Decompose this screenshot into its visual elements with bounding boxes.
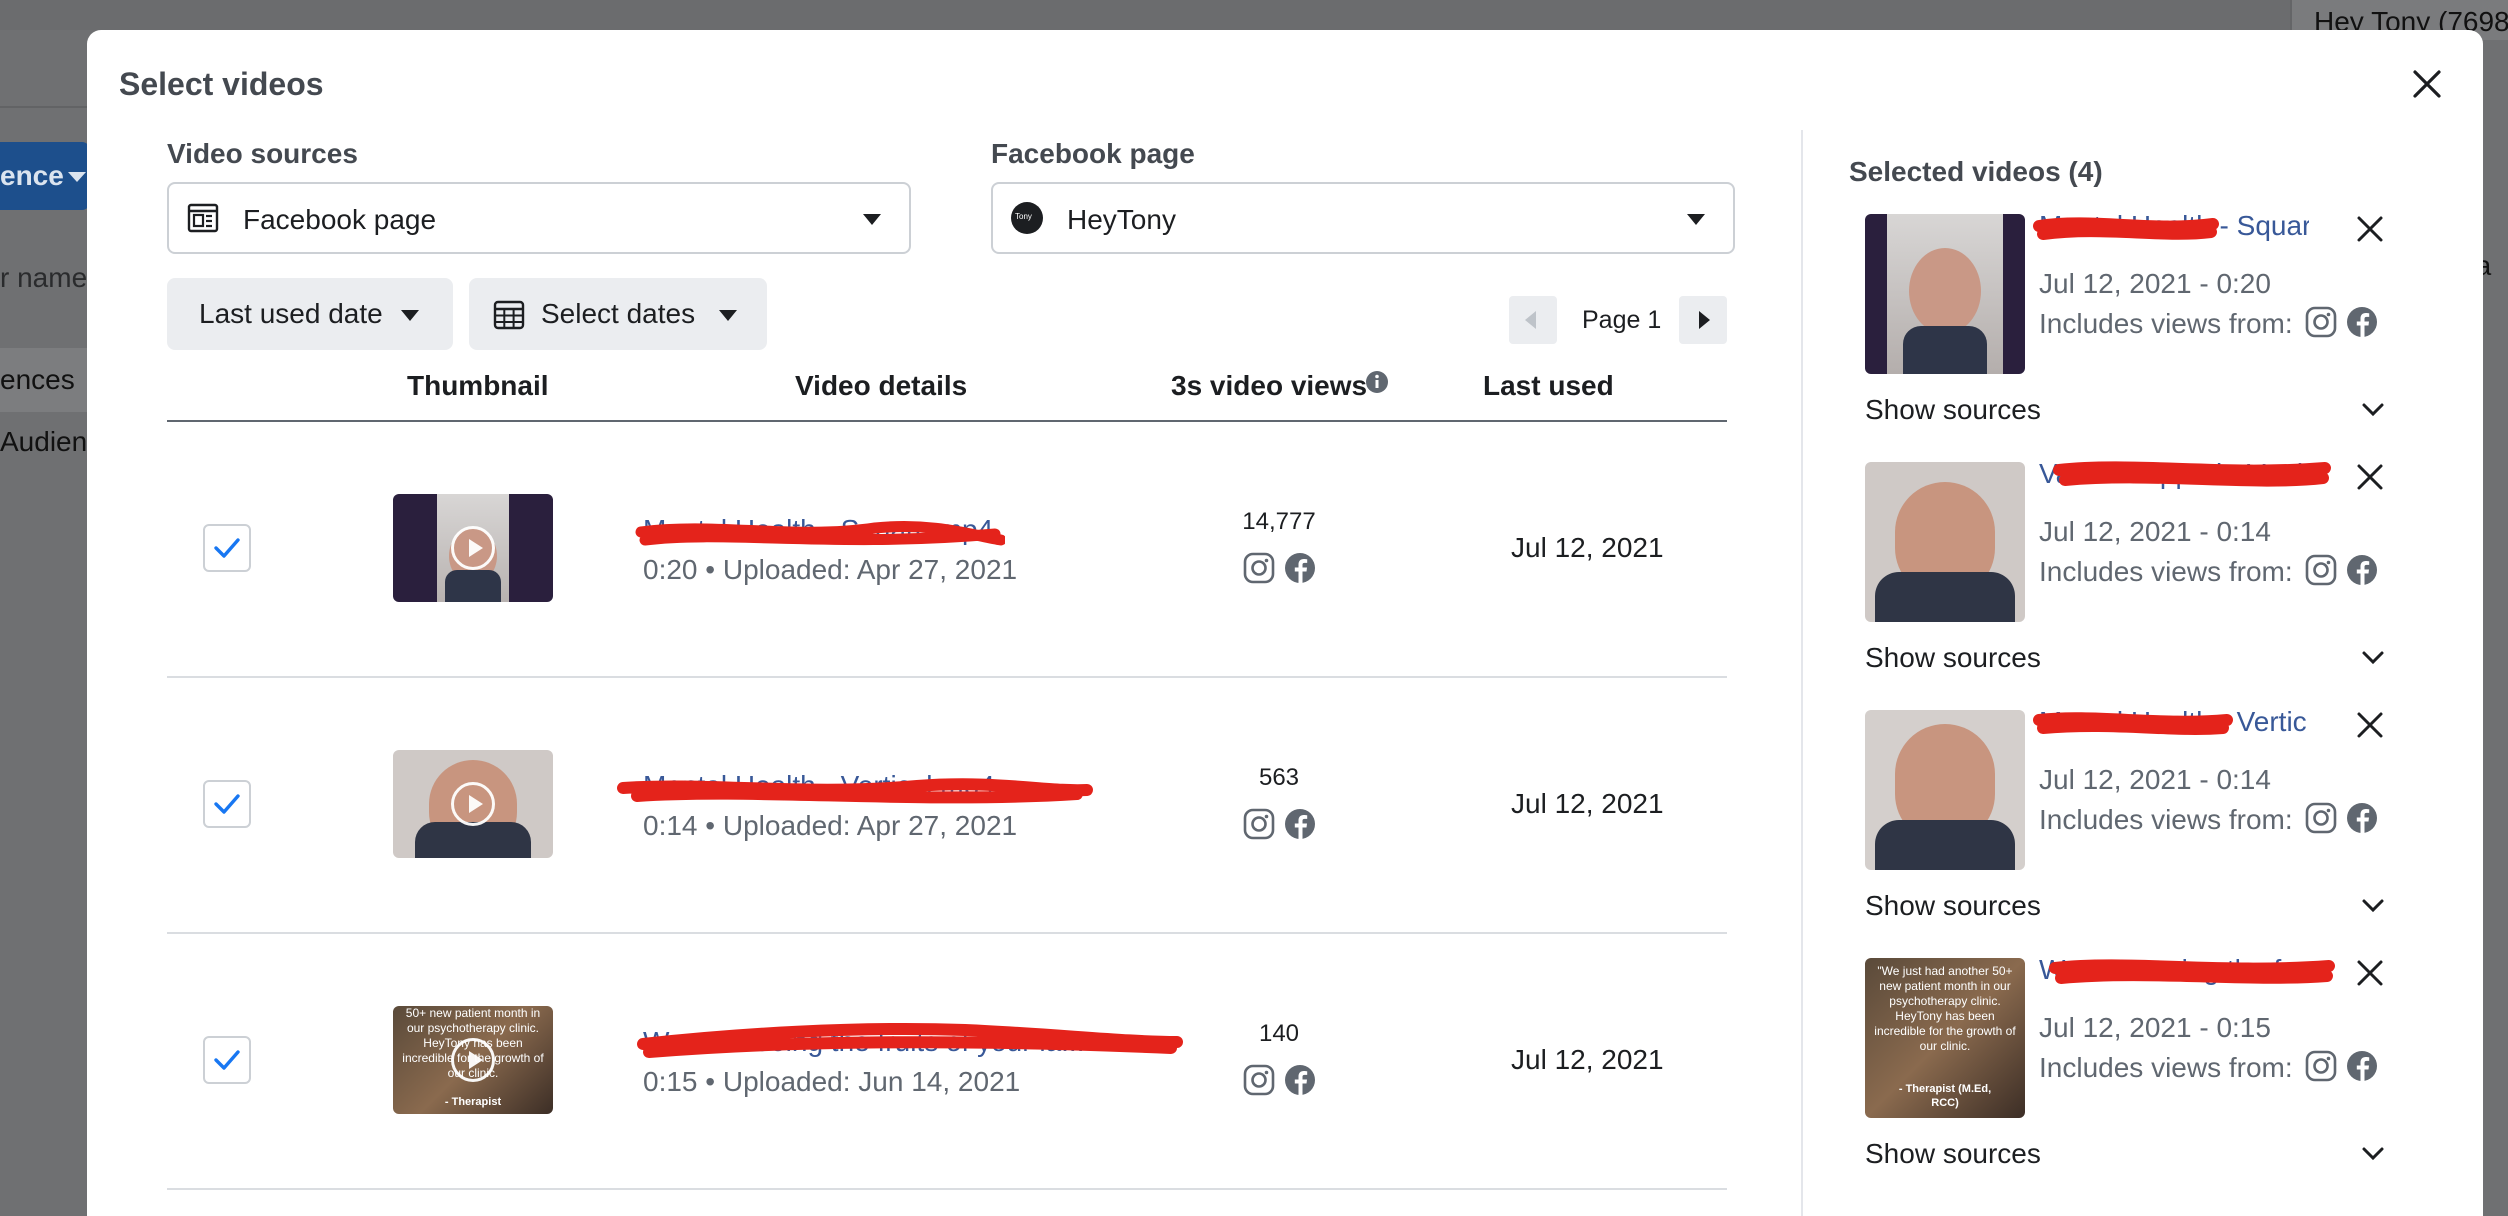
row-divider xyxy=(167,932,1727,934)
remove-video-icon[interactable] xyxy=(2355,958,2385,988)
source-icons xyxy=(2305,802,2377,834)
close-icon[interactable] xyxy=(2407,64,2447,104)
select-videos-dialog: Select videos Video sources Facebook pag… xyxy=(87,30,2483,1216)
selected-video-meta: Jul 12, 2021 - 0:15 xyxy=(2039,1012,2271,1043)
selected-video-thumbnail xyxy=(1865,710,2025,870)
video-thumbnail[interactable] xyxy=(393,494,553,602)
facebook-page-label: Facebook page xyxy=(991,138,1195,169)
column-header-video-details: Video details xyxy=(795,370,968,401)
video-views-count: 14,777 xyxy=(1242,508,1316,535)
show-sources-toggle[interactable]: Show sources xyxy=(1865,1138,2041,1170)
selected-video-thumbnail xyxy=(1865,214,2025,374)
includes-views-label: Includes views from: xyxy=(2039,308,2293,339)
facebook-page-select[interactable]: Tony HeyTony xyxy=(991,182,1735,254)
remove-video-icon[interactable] xyxy=(2355,462,2385,492)
last-used-date: Jul 12, 2021 xyxy=(1511,788,1664,819)
background-nav-item: ences xyxy=(0,348,90,412)
last-used-date: Jul 12, 2021 xyxy=(1511,1044,1664,1075)
caret-down-icon xyxy=(401,310,419,321)
selected-video-name[interactable]: We are seeing the fru... xyxy=(2039,954,2309,986)
selected-video-name[interactable]: Vast Untapped - Verti... xyxy=(2039,458,2309,490)
background-topbar xyxy=(0,0,2508,30)
check-icon xyxy=(214,538,240,558)
video-meta: 0:20 • Uploaded: Apr 27, 2021 xyxy=(643,554,1018,585)
show-sources-toggle[interactable]: Show sources xyxy=(1865,642,2041,674)
selected-video-meta: Jul 12, 2021 - 0:20 xyxy=(2039,268,2271,299)
sort-last-used-dropdown[interactable]: Last used date xyxy=(167,278,453,350)
source-icons xyxy=(2305,1050,2377,1082)
dialog-title: Select videos xyxy=(119,66,324,102)
source-icons xyxy=(2305,554,2377,586)
page-icon xyxy=(187,203,219,233)
page-avatar: Tony xyxy=(1011,202,1043,234)
row-divider xyxy=(167,676,1727,678)
source-icons xyxy=(1243,1064,1315,1096)
previous-page-button[interactable] xyxy=(1509,296,1557,344)
calendar-icon xyxy=(493,300,525,330)
row-checkbox[interactable] xyxy=(203,780,251,828)
last-used-date: Jul 12, 2021 xyxy=(1511,532,1664,563)
caret-down-icon xyxy=(719,310,737,321)
page-indicator: Page 1 xyxy=(1582,306,1662,334)
selected-video-thumbnail xyxy=(1865,462,2025,622)
video-thumbnail[interactable] xyxy=(393,750,553,858)
column-header-views: 3s video views xyxy=(1171,370,1368,401)
selected-video-thumbnail: "We just had another 50+ new patient mon… xyxy=(1865,958,2025,1118)
video-sources-label: Video sources xyxy=(167,138,358,169)
table-header-divider xyxy=(167,420,1727,422)
selected-video-meta: Jul 12, 2021 - 0:14 xyxy=(2039,516,2271,547)
includes-views-label: Includes views from: xyxy=(2039,804,2293,835)
selected-video-name[interactable]: Mental Health - Vertic... xyxy=(2039,706,2309,738)
selected-video-meta: Jul 12, 2021 - 0:14 xyxy=(2039,764,2271,795)
includes-views-label: Includes views from: xyxy=(2039,1052,2293,1083)
info-icon[interactable] xyxy=(1365,370,1389,394)
next-page-button[interactable] xyxy=(1679,296,1727,344)
source-icons xyxy=(1243,808,1315,840)
chevron-down-icon[interactable] xyxy=(2361,898,2385,914)
column-header-last-used: Last used xyxy=(1483,370,1614,401)
video-sources-select[interactable]: Facebook page xyxy=(167,182,911,254)
chevron-down-icon[interactable] xyxy=(2361,650,2385,666)
check-icon xyxy=(214,794,240,814)
video-meta: 0:14 • Uploaded: Apr 27, 2021 xyxy=(643,810,1018,841)
play-icon xyxy=(451,1038,495,1082)
show-sources-toggle[interactable]: Show sources xyxy=(1865,394,2041,426)
remove-video-icon[interactable] xyxy=(2355,710,2385,740)
panel-divider xyxy=(1801,130,1803,1216)
row-checkbox[interactable] xyxy=(203,1036,251,1084)
audience-name-input: r name xyxy=(0,262,88,293)
chevron-down-icon[interactable] xyxy=(2361,402,2385,418)
video-views-count: 563 xyxy=(1258,764,1300,791)
includes-views-label: Includes views from: xyxy=(2039,556,2293,587)
column-header-thumbnail: Thumbnail xyxy=(407,370,549,401)
select-dates-dropdown[interactable]: Select dates xyxy=(469,278,767,350)
video-views-count: 140 xyxy=(1258,1020,1300,1047)
video-title-link[interactable]: Mental Health - Vertical.mp4 xyxy=(643,770,995,802)
facebook-page-value: HeyTony xyxy=(1067,204,1176,235)
source-icons xyxy=(2305,306,2377,338)
check-icon xyxy=(214,1050,240,1070)
chevron-left-icon xyxy=(1525,311,1536,329)
video-meta: 0:15 • Uploaded: Jun 14, 2021 xyxy=(643,1066,1021,1097)
remove-video-icon[interactable] xyxy=(2355,214,2385,244)
row-divider xyxy=(167,1188,1727,1190)
play-icon xyxy=(451,526,495,570)
selected-videos-title: Selected videos (4) xyxy=(1849,156,2103,187)
chevron-right-icon xyxy=(1699,311,1710,329)
video-title-link[interactable]: We are seeing the fruits of your la... xyxy=(643,1026,1084,1058)
background-divider xyxy=(0,106,90,108)
source-icons xyxy=(1243,552,1315,584)
row-checkbox[interactable] xyxy=(203,524,251,572)
video-sources-value: Facebook page xyxy=(243,204,437,235)
chevron-down-icon xyxy=(863,214,881,225)
chevron-down-icon[interactable] xyxy=(2361,1146,2385,1162)
video-thumbnail[interactable]: 50+ new patient month in our psychothera… xyxy=(393,1006,553,1114)
show-sources-toggle[interactable]: Show sources xyxy=(1865,890,2041,922)
video-title-link[interactable]: Mental Health - Square.mp4 xyxy=(643,514,993,546)
selected-video-name[interactable]: Mental Health - Squar... xyxy=(2039,210,2309,242)
create-audience-button: ence xyxy=(0,142,90,210)
play-icon xyxy=(451,782,495,826)
chevron-down-icon xyxy=(1687,214,1705,225)
background-nav-item: Audienc xyxy=(0,426,102,457)
